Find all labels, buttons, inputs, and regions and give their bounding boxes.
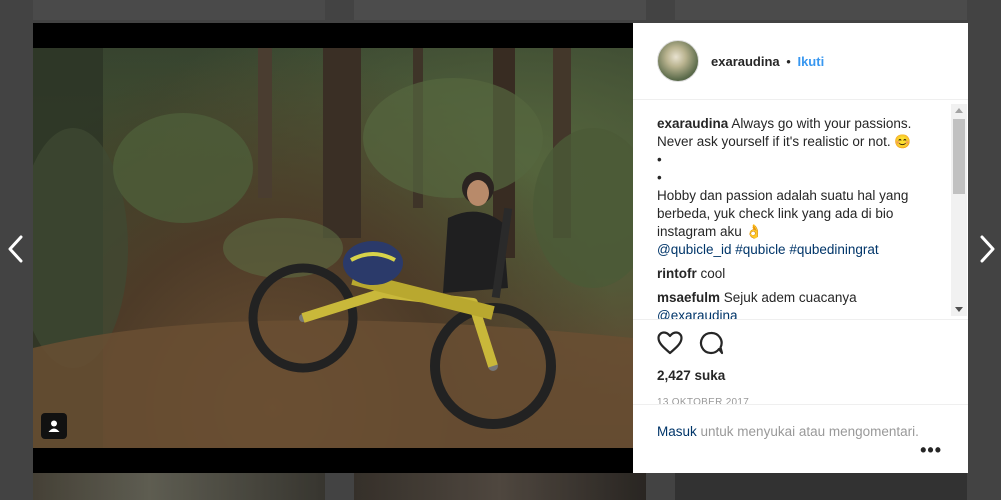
tag-link[interactable]: #qubediningrat	[789, 242, 878, 257]
post-modal: exaraudina • Ikuti exaraudina Always go …	[33, 23, 968, 473]
comment-username[interactable]: rintofr	[657, 266, 697, 281]
comments-scrollbar[interactable]	[951, 104, 967, 316]
post-actions: 2,427 suka 13 OKTOBER 2017	[633, 319, 968, 408]
scroll-down-arrow-icon[interactable]	[955, 307, 963, 312]
follow-button[interactable]: Ikuti	[797, 54, 824, 69]
caption-emoji-1: 😊	[894, 134, 912, 149]
post-sidebar: exaraudina • Ikuti exaraudina Always go …	[633, 23, 968, 473]
author-username[interactable]: exaraudina	[711, 54, 780, 69]
photo-scene	[33, 48, 633, 448]
login-prompt: Masuk untuk menyukai atau mengomentari. …	[633, 404, 968, 473]
more-options-button[interactable]: •••	[920, 441, 942, 459]
caption-username[interactable]: exaraudina	[657, 116, 728, 131]
post-media	[33, 23, 633, 473]
caption-tags: @qubicle_id #qubicle #qubediningrat	[657, 241, 944, 259]
caption-bullet-2: •	[657, 170, 662, 185]
chevron-left-icon[interactable]	[4, 232, 28, 266]
login-prompt-text: untuk menyukai atau mengomentari.	[700, 424, 919, 439]
comment-text: Sejuk adem cuacanya	[723, 290, 857, 305]
comments-section[interactable]: exaraudina Always go with your passions.…	[633, 101, 968, 319]
post-header: exaraudina • Ikuti	[633, 23, 968, 100]
header-text: exaraudina • Ikuti	[711, 54, 824, 69]
post-photo	[33, 48, 633, 448]
comment-username[interactable]: msaefulm	[657, 290, 720, 305]
separator-dot: •	[786, 53, 791, 69]
avatar[interactable]	[657, 40, 699, 82]
caption: exaraudina Always go with your passions.…	[657, 115, 944, 259]
login-link[interactable]: Masuk	[657, 424, 697, 439]
chevron-right-icon[interactable]	[975, 232, 999, 266]
scrollbar-thumb[interactable]	[953, 119, 965, 194]
action-icons	[657, 328, 944, 362]
scroll-up-arrow-icon[interactable]	[955, 108, 963, 113]
likes-count[interactable]: 2,427 suka	[657, 368, 944, 383]
tag-link[interactable]: @qubicle_id	[657, 242, 732, 257]
person-tag-icon[interactable]	[41, 413, 67, 439]
comment-text: cool	[700, 266, 726, 281]
comment-item: msaefulm Sejuk adem cuacanya @exaraudina	[657, 289, 944, 319]
mention-link[interactable]: @exaraudina	[657, 308, 738, 319]
heart-icon[interactable]	[657, 330, 683, 360]
caption-emoji-2: 👌	[745, 224, 763, 239]
comment-bubble-icon[interactable]	[699, 331, 725, 360]
caption-bullet-1: •	[657, 152, 662, 167]
comment-item: rintofr cool	[657, 265, 944, 283]
caption-text-2: Hobby dan passion adalah suatu hal yang …	[657, 188, 909, 239]
tag-link[interactable]: #qubicle	[735, 242, 785, 257]
